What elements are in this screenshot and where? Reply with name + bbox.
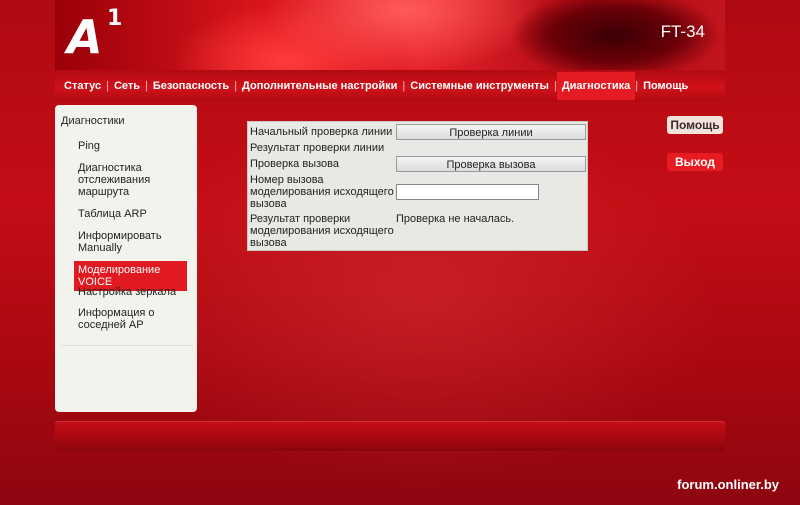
nav-item-status[interactable]: Статус <box>59 72 106 100</box>
sidebar: Диагностики Ping Диагностика отслеживани… <box>55 105 197 412</box>
nav-item-help[interactable]: Помощь <box>638 72 693 100</box>
help-button[interactable]: Помощь <box>667 116 723 134</box>
header-banner: A 1 FT-34 <box>55 0 725 70</box>
logo-letter: A <box>67 10 103 64</box>
watermark-text: forum.onliner.by <box>677 477 779 492</box>
sidebar-item-mirror-settings[interactable]: Настройка зеркала <box>78 286 193 298</box>
device-model: FT-34 <box>660 22 705 41</box>
sidebar-item-neighbor-ap[interactable]: Информация о соседней AP <box>78 307 193 331</box>
sidebar-title: Диагностики <box>61 115 125 127</box>
sidebar-item-traceroute[interactable]: Диагностика отслеживания маршрута <box>78 162 193 198</box>
call-check-button[interactable]: Проверка вызова <box>396 156 586 172</box>
exit-button[interactable]: Выход <box>667 153 723 171</box>
outgoing-number-label: Номер вызова моделирования исходящего вы… <box>250 174 394 210</box>
a1-logo: A 1 <box>67 8 137 63</box>
outgoing-number-input[interactable] <box>396 184 539 200</box>
nav-item-diagnostics[interactable]: Диагностика <box>556 72 636 100</box>
voice-simulation-panel: Начальный проверка линии Проверка линии … <box>247 121 588 251</box>
nav-item-system-tools[interactable]: Системные инструменты <box>405 72 554 100</box>
sidebar-item-ping[interactable]: Ping <box>78 140 193 152</box>
nav-item-advanced[interactable]: Дополнительные настройки <box>237 72 402 100</box>
simulation-result-value: Проверка не началась. <box>396 213 515 225</box>
line-check-label: Начальный проверка линии <box>250 126 393 138</box>
logo-digit: 1 <box>107 6 123 31</box>
line-result-label: Результат проверки линии <box>250 142 385 154</box>
main-nav: Статус | Сеть | Безопасность | Дополните… <box>55 71 725 101</box>
sidebar-item-inform-manually[interactable]: Информировать Manually <box>78 230 193 254</box>
nav-item-security[interactable]: Безопасность <box>148 72 234 100</box>
line-check-button[interactable]: Проверка линии <box>396 124 586 140</box>
nav-item-network[interactable]: Сеть <box>109 72 145 100</box>
sidebar-item-arp-table[interactable]: Таблица ARP <box>78 208 193 220</box>
simulation-result-label: Результат проверки моделирования исходящ… <box>250 213 394 249</box>
call-check-label: Проверка вызова <box>250 158 339 170</box>
footer-bar <box>55 421 725 451</box>
sidebar-divider <box>61 345 193 346</box>
